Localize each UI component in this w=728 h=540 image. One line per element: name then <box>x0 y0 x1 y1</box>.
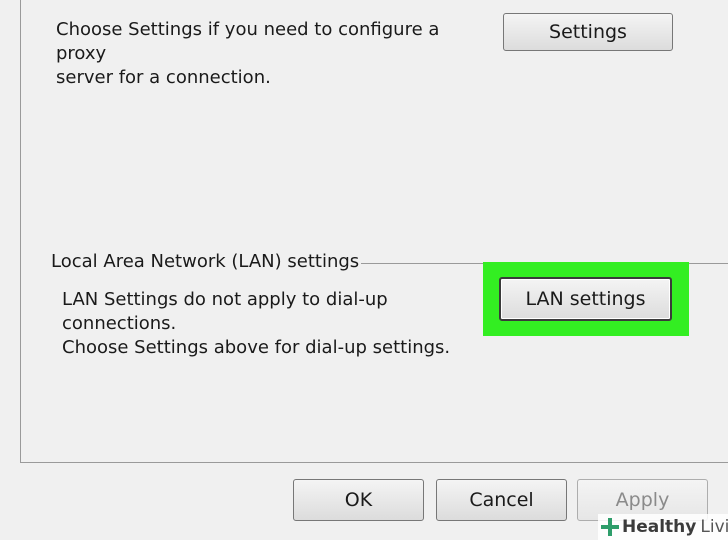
proxy-description-line2: server for a connection. <box>56 67 271 88</box>
watermark-brand-second: Living <box>700 517 728 537</box>
lan-settings-button[interactable]: LAN settings <box>499 277 672 321</box>
lan-description-line1: LAN Settings do not apply to dial-up con… <box>62 289 388 334</box>
lan-description: LAN Settings do not apply to dial-up con… <box>62 288 482 360</box>
proxy-description-line1: Choose Settings if you need to configure… <box>56 19 440 64</box>
lan-group-title: Local Area Network (LAN) settings <box>51 251 362 273</box>
ok-button[interactable]: OK <box>293 479 424 521</box>
plus-cross-icon <box>601 518 619 536</box>
settings-button[interactable]: Settings <box>503 13 673 51</box>
proxy-description: Choose Settings if you need to configure… <box>56 18 486 90</box>
cancel-button[interactable]: Cancel <box>436 479 567 521</box>
watermark-brand: Healthy <box>622 517 697 537</box>
watermark: Healthy Living <box>598 514 728 540</box>
lan-description-line2: Choose Settings above for dial-up settin… <box>62 337 451 358</box>
